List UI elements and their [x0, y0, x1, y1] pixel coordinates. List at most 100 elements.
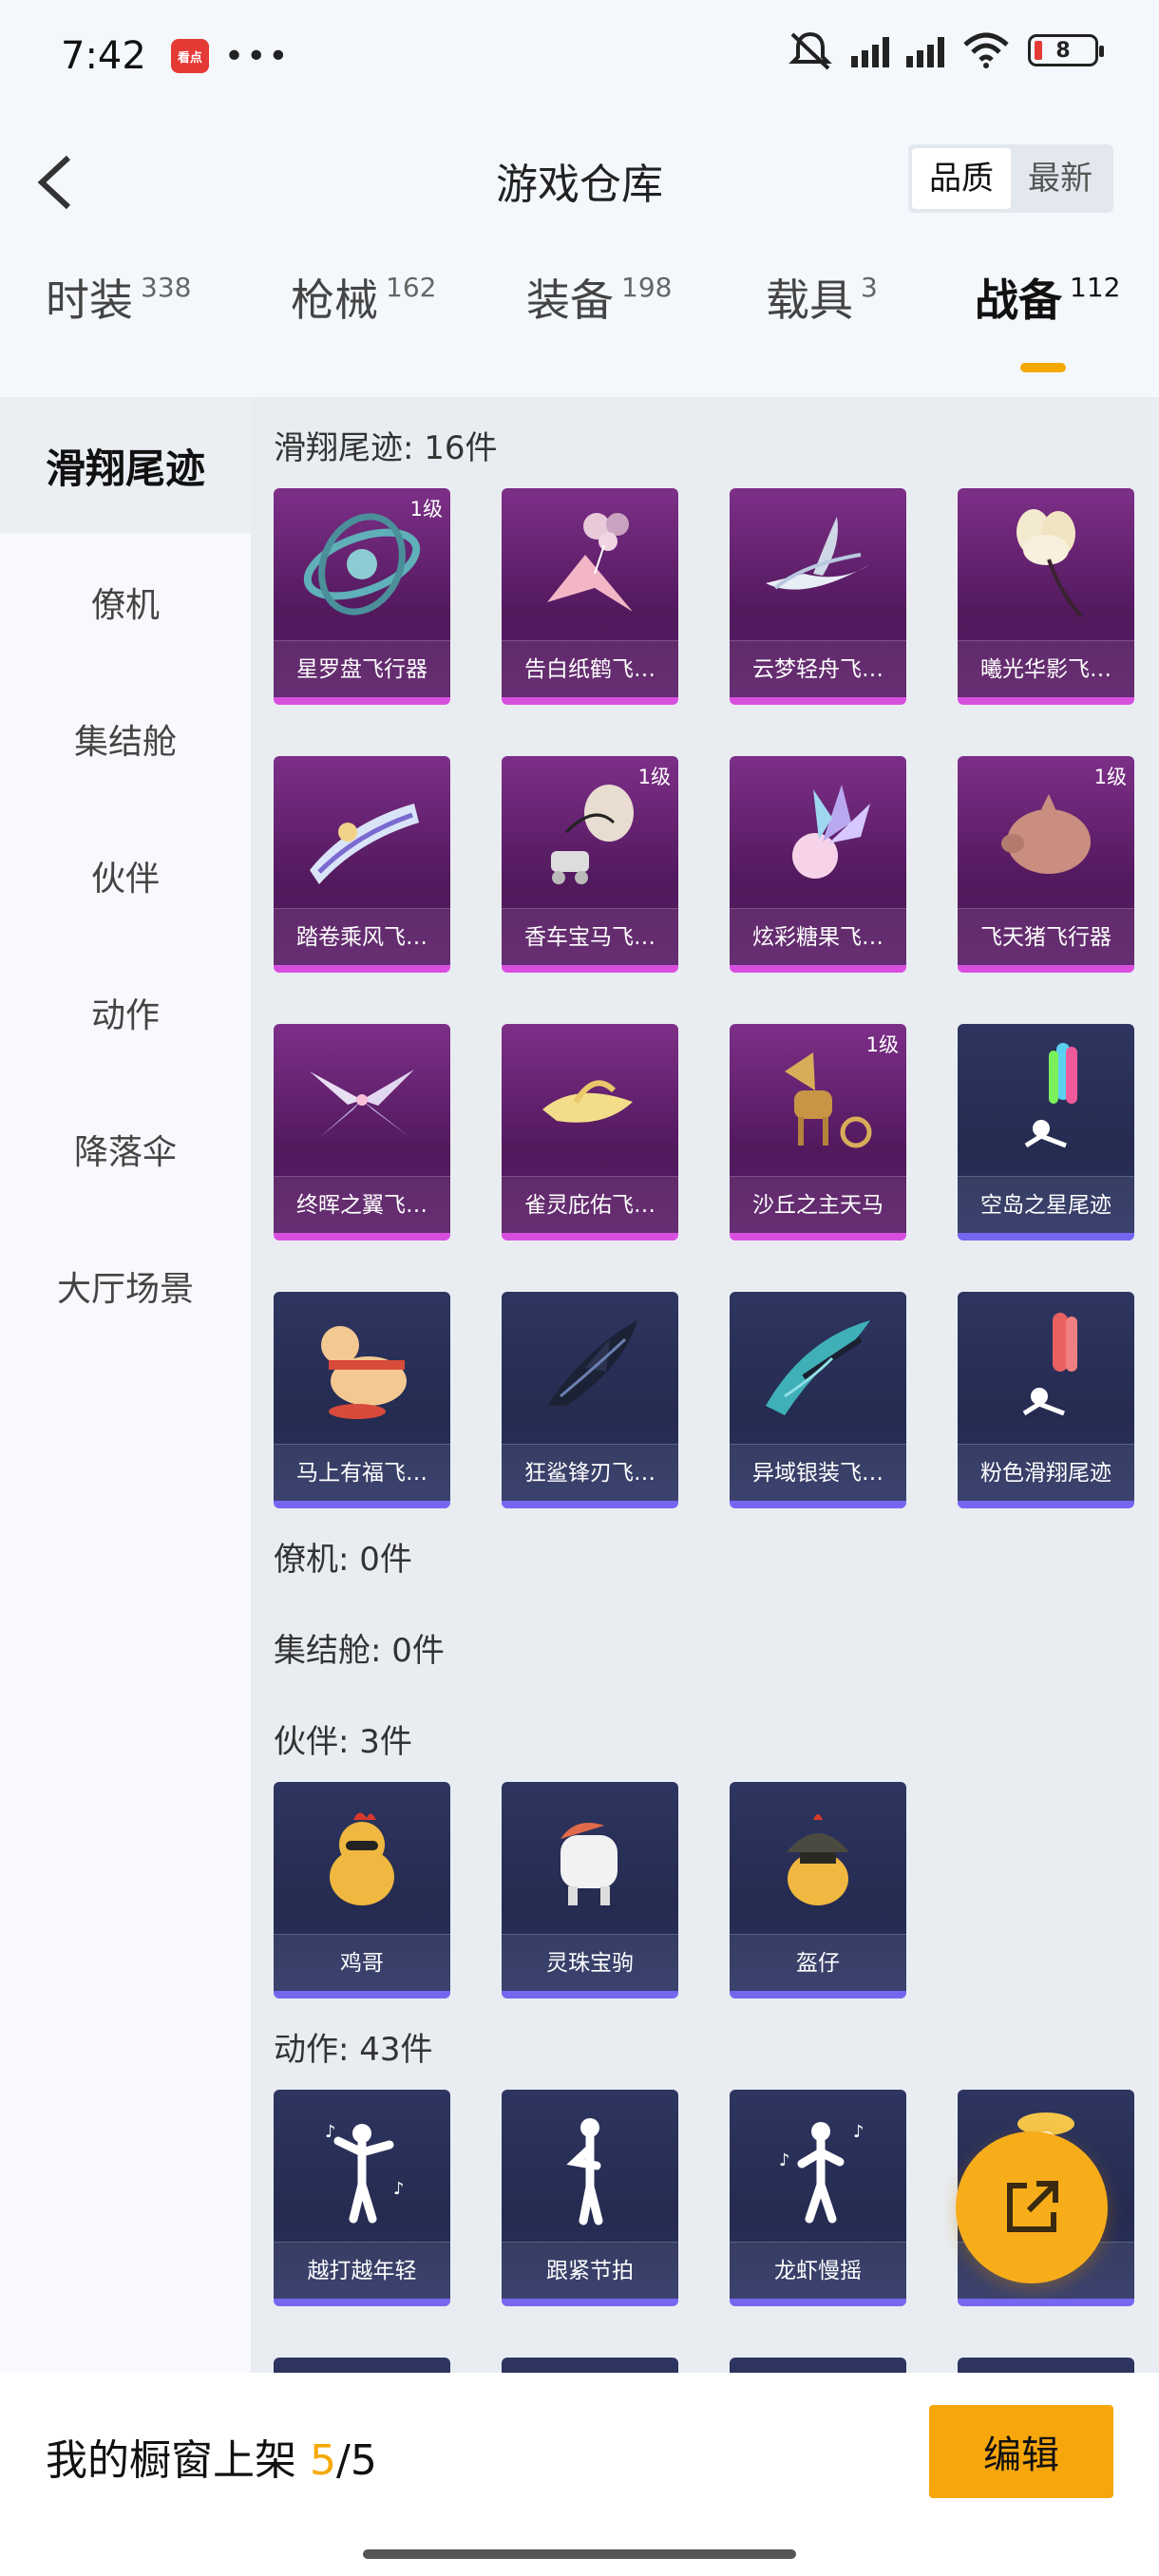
item-card[interactable]: 狂鲨锋刃飞…: [502, 1292, 678, 1508]
item-card[interactable]: 云梦轻舟飞…: [730, 488, 906, 705]
item-name: 越打越年轻: [274, 2242, 450, 2299]
mute-icon: [788, 31, 832, 70]
dance-figure-icon: ♪ ♪: [730, 2090, 906, 2242]
sidebar-item-glide-trail[interactable]: 滑翔尾迹: [0, 397, 251, 534]
sidebar-item-emote[interactable]: 动作: [0, 944, 251, 1081]
item-name: 星罗盘飞行器: [274, 640, 450, 697]
sort-quality-button[interactable]: 品质: [912, 148, 1011, 209]
item-card[interactable]: 1级 沙丘之主天马: [730, 1024, 906, 1241]
showcase-status: 我的橱窗上架 5/5: [46, 2426, 377, 2487]
item-name: 鸡哥: [274, 1934, 450, 1991]
item-card[interactable]: [730, 2358, 906, 2373]
sort-latest-button[interactable]: 最新: [1011, 148, 1110, 209]
more-notifications-icon: •••: [223, 36, 291, 76]
item-name: 跟紧节拍: [502, 2242, 678, 2299]
clock: 7:42: [61, 34, 146, 78]
svg-text:♪: ♪: [779, 2150, 790, 2170]
sidebar-item-capsule[interactable]: 集结舱: [0, 671, 251, 807]
item-card[interactable]: 雀灵庇佑飞…: [502, 1024, 678, 1241]
sidebar: 滑翔尾迹 僚机 集结舱 伙伴 动作 降落伞 大厅场景: [0, 397, 251, 2373]
item-name: 灵珠宝驹: [502, 1934, 678, 1991]
tab-guns[interactable]: 枪械 162: [291, 266, 436, 329]
app-notification-icon: 看点: [170, 39, 209, 73]
battery-icon: 8: [1028, 34, 1104, 66]
item-card[interactable]: 灵珠宝驹: [502, 1782, 678, 1998]
showcase-current: 5: [310, 2436, 336, 2485]
showcase-label: 我的橱窗上架: [46, 2436, 296, 2485]
edit-button[interactable]: 编辑: [929, 2405, 1113, 2498]
bottom-bar: 我的橱窗上架 5/5 编辑: [0, 2373, 1159, 2576]
dance-figure-icon: ♪ ♪: [274, 2090, 450, 2242]
section-title-emote: 动作: 43件: [274, 2031, 433, 2069]
svg-text:♪: ♪: [325, 2122, 336, 2142]
section-title-capsule: 集结舱: 0件: [274, 1632, 445, 1670]
silver-glider-icon: [730, 1292, 906, 1444]
item-name: 异域银装飞…: [730, 1444, 906, 1501]
item-name: 空岛之星尾迹: [958, 1176, 1134, 1233]
item-name: 终晖之翼飞…: [274, 1176, 450, 1233]
page-title: 游戏仓库: [496, 161, 663, 209]
item-list: 滑翔尾迹: 16件 1级 星罗盘飞行器 告白纸鹤飞… 云梦轻舟飞… 曦光华影飞……: [251, 397, 1159, 2373]
back-icon[interactable]: [32, 152, 78, 213]
item-card[interactable]: 告白纸鹤飞…: [502, 488, 678, 705]
item-card[interactable]: 踏卷乘风飞…: [274, 756, 450, 973]
item-name: 粉色滑翔尾迹: [958, 1444, 1134, 1501]
tab-fashion[interactable]: 时装 338: [46, 266, 191, 329]
section-title-glide: 滑翔尾迹: 16件: [274, 429, 498, 467]
item-card[interactable]: 炫彩糖果飞…: [730, 756, 906, 973]
sidebar-item-wingman[interactable]: 僚机: [0, 534, 251, 671]
status-icons: 8: [787, 28, 1104, 72]
item-card[interactable]: 空岛之星尾迹: [958, 1024, 1134, 1241]
item-card[interactable]: [958, 2358, 1134, 2373]
item-card[interactable]: [274, 2358, 450, 2373]
horse-glider-icon: [274, 1292, 450, 1444]
item-card[interactable]: 跟紧节拍: [502, 2090, 678, 2306]
active-tab-indicator: [1020, 363, 1066, 372]
wings-glider-icon: [274, 1024, 450, 1176]
bird-glider-icon: [502, 1024, 678, 1176]
item-card[interactable]: 异域银装飞…: [730, 1292, 906, 1508]
item-card[interactable]: 盔仔: [730, 1782, 906, 1998]
item-name: 马上有福飞…: [274, 1444, 450, 1501]
item-card[interactable]: ♪ ♪ 越打越年轻: [274, 2090, 450, 2306]
helmet-chick-icon: [730, 1782, 906, 1934]
item-card[interactable]: 鸡哥: [274, 1782, 450, 1998]
item-level: 1级: [637, 766, 671, 788]
sidebar-item-lobby-scene[interactable]: 大厅场景: [0, 1218, 251, 1354]
tab-equipment[interactable]: 装备 198: [526, 266, 672, 329]
item-level: 1级: [865, 1033, 899, 1056]
item-card[interactable]: [502, 2358, 678, 2373]
paper-crane-glider-icon: [502, 488, 678, 640]
tab-vehicles[interactable]: 载具 3: [766, 266, 878, 329]
item-name: 炫彩糖果飞…: [730, 908, 906, 965]
header: 游戏仓库 品质 最新: [0, 123, 1159, 237]
item-name: 盔仔: [730, 1934, 906, 1991]
share-button[interactable]: [956, 2131, 1108, 2283]
item-card[interactable]: 终晖之翼飞…: [274, 1024, 450, 1241]
item-name: 告白纸鹤飞…: [502, 640, 678, 697]
wifi-icon: [963, 32, 1009, 68]
tab-combat-gear[interactable]: 战备 112: [975, 266, 1120, 329]
item-card[interactable]: 1级 星罗盘飞行器: [274, 488, 450, 705]
pony-icon: [502, 1782, 678, 1934]
item-card[interactable]: 粉色滑翔尾迹: [958, 1292, 1134, 1508]
sidebar-item-partner[interactable]: 伙伴: [0, 807, 251, 944]
item-name: 雀灵庇佑飞…: [502, 1176, 678, 1233]
item-card[interactable]: ♪ ♪ 龙虾慢摇: [730, 2090, 906, 2306]
sidebar-item-parachute[interactable]: 降落伞: [0, 1081, 251, 1218]
signal-icon: [851, 33, 889, 67]
home-indicator[interactable]: [363, 2549, 796, 2559]
status-bar: 7:42 看点 ••• 8: [0, 0, 1159, 112]
item-card[interactable]: 1级 香车宝马飞…: [502, 756, 678, 973]
item-card[interactable]: 1级 飞天猪飞行器: [958, 756, 1134, 973]
chicken-icon: [274, 1782, 450, 1934]
rainbow-trail-icon: [958, 1024, 1134, 1176]
item-name: 踏卷乘风飞…: [274, 908, 450, 965]
sort-toggle: 品质 最新: [908, 144, 1113, 213]
section-title-wingman: 僚机: 0件: [274, 1541, 412, 1579]
signal-icon-2: [906, 33, 944, 67]
shark-glider-icon: [502, 1292, 678, 1444]
item-card[interactable]: 马上有福飞…: [274, 1292, 450, 1508]
item-card[interactable]: 曦光华影飞…: [958, 488, 1134, 705]
svg-text:♪: ♪: [393, 2179, 405, 2199]
